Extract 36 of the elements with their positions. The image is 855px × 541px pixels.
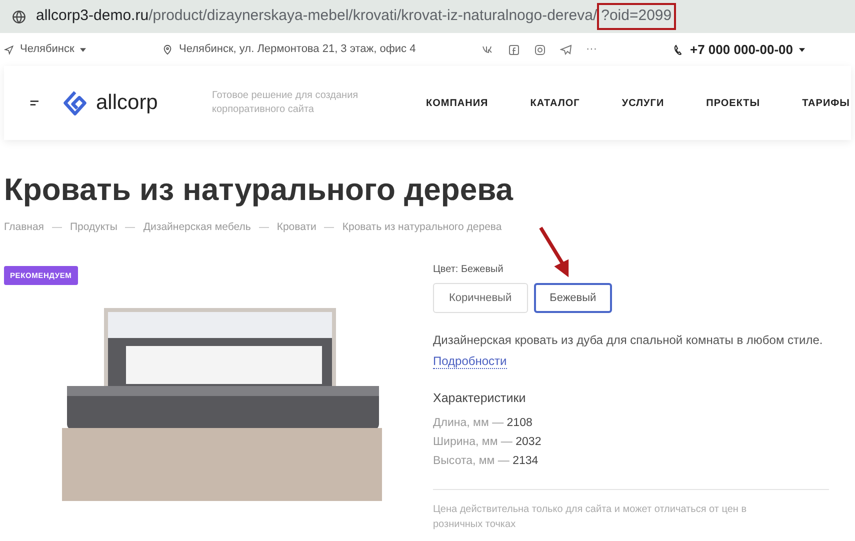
url-domain: allcorp3-demo.ru [36, 6, 149, 26]
instagram-icon [534, 44, 546, 56]
logo-icon [62, 90, 88, 116]
nav-link[interactable]: УСЛУГИ [622, 96, 664, 110]
caret-icon [799, 48, 806, 52]
color-option[interactable]: Бежевый [534, 282, 612, 313]
color-label: Цвет: Бежевый [433, 262, 504, 277]
nav-link[interactable]: ТАРИФЫ [802, 96, 850, 110]
specs-title: Характеристики [433, 390, 527, 407]
nav-link[interactable]: ПРОЕКТЫ [706, 96, 760, 110]
nav-link[interactable]: КАТАЛОГ [530, 96, 580, 110]
more-text[interactable]: ··· [586, 41, 597, 58]
color-option[interactable]: Коричневый [433, 282, 528, 313]
tagline: Готовое решение для создания корпоративного сайта [212, 89, 360, 117]
vk-icon [482, 45, 494, 54]
spec-row-text: Высота, мм — 2134 [433, 454, 540, 468]
details-link[interactable]: Подробности [433, 354, 507, 369]
page-title: Кровать из натурального дерева [4, 171, 514, 209]
url-path: /product/dizaynerskaya-mebel/krovati/krovat-iz-naturalnogo-dereva/ [148, 6, 598, 26]
price-note: Цена действительна только для сайта и может отличаться от цен в розничных точках [433, 502, 748, 532]
nav-link[interactable]: КОМПАНИЯ [426, 96, 488, 110]
spec-row-text: Длина, мм — 2108 [433, 416, 534, 430]
city-selector[interactable]: Челябинск [20, 41, 74, 58]
phone-icon [672, 44, 684, 56]
globe-icon [12, 10, 26, 24]
phone-number[interactable]: +7 000 000-00-00 [690, 40, 794, 60]
facebook-icon [508, 44, 520, 56]
caret-icon [80, 48, 86, 52]
description-text: Дизайнерская кровать из дуба для спальной комнаты в любом стиле. [433, 332, 824, 349]
spec-row-text: Ширина, мм — 2032 [433, 434, 542, 450]
location-arrow-icon [4, 44, 14, 54]
telegram-icon [560, 44, 572, 56]
map-pin-icon [162, 44, 173, 55]
logo-text[interactable]: allcorp [96, 87, 158, 119]
address-text: Челябинск, ул. Лермонтова 21, 3 этаж, офис 4 [179, 42, 416, 58]
url-query: ?oid=2099 [597, 3, 676, 30]
